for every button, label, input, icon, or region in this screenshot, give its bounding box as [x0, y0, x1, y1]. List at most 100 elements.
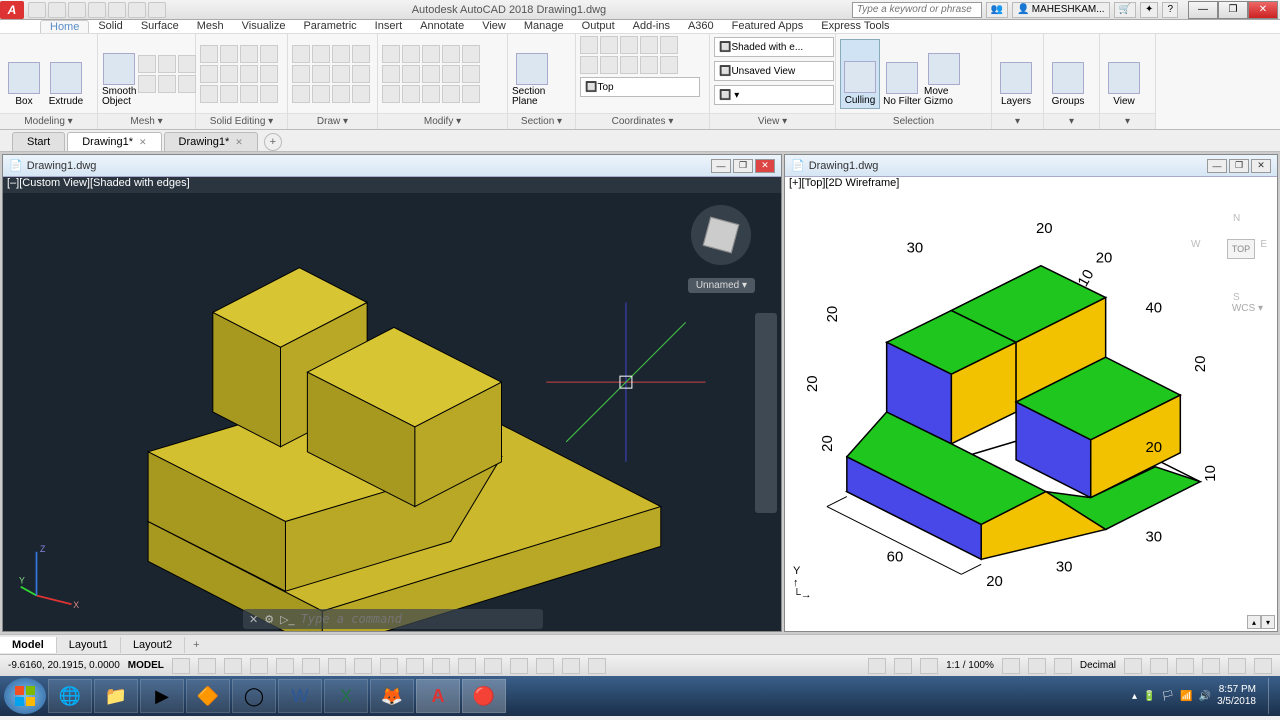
- navigation-bar[interactable]: [755, 313, 777, 513]
- clock[interactable]: 8:57 PM 3/5/2018: [1217, 684, 1262, 708]
- qat-saveas-icon[interactable]: [88, 2, 106, 18]
- qat-open-icon[interactable]: [48, 2, 66, 18]
- visual-style-dropdown[interactable]: 🔲 Shaded with e...: [714, 37, 834, 57]
- modify-icon[interactable]: [382, 65, 400, 83]
- tpy-toggle-icon[interactable]: [510, 658, 528, 674]
- panel-view-label[interactable]: View ▾: [710, 113, 835, 129]
- scale-readout[interactable]: 1:1 / 100%: [946, 660, 994, 671]
- qat-redo-icon[interactable]: [148, 2, 166, 18]
- draw-icon[interactable]: [292, 85, 310, 103]
- vp-max-button[interactable]: ❐: [1229, 159, 1249, 173]
- vp-min-button[interactable]: —: [711, 159, 731, 173]
- draw-icon[interactable]: [352, 85, 370, 103]
- modify-icon[interactable]: [462, 85, 480, 103]
- coord-icon[interactable]: [620, 36, 638, 54]
- coord-icon[interactable]: [660, 56, 678, 74]
- draw-icon[interactable]: [292, 65, 310, 83]
- window-maximize-button[interactable]: ❐: [1218, 1, 1248, 19]
- ribbon-tab-featured-apps[interactable]: Featured Apps: [723, 20, 813, 33]
- tray-volume-icon[interactable]: 🔊: [1199, 691, 1211, 702]
- draw-icon[interactable]: [312, 85, 330, 103]
- solidedit-icon[interactable]: [200, 85, 218, 103]
- tray-flag-icon[interactable]: 🏳: [1161, 691, 1174, 702]
- coord-icon[interactable]: [640, 56, 658, 74]
- scroll-up-icon[interactable]: ▴: [1247, 615, 1261, 629]
- panel-modeling-label[interactable]: Modeling ▾: [0, 113, 97, 129]
- solidedit-icon[interactable]: [220, 85, 238, 103]
- wcs-dropdown[interactable]: WCS ▾: [1232, 303, 1263, 314]
- workspace-icon[interactable]: [1054, 658, 1072, 674]
- layout-add-button[interactable]: +: [185, 637, 207, 653]
- mesh-tool-icon[interactable]: [178, 55, 196, 73]
- solidedit-icon[interactable]: [200, 45, 218, 63]
- filter-icon[interactable]: [868, 658, 886, 674]
- gizmo-status-icon[interactable]: [894, 658, 912, 674]
- coord-icon[interactable]: [600, 56, 618, 74]
- qp-toggle-icon[interactable]: [536, 658, 554, 674]
- coord-icon[interactable]: [660, 36, 678, 54]
- ducs-toggle-icon[interactable]: [432, 658, 450, 674]
- culling-button[interactable]: Culling: [840, 39, 880, 109]
- draw-icon[interactable]: [292, 45, 310, 63]
- ribbon-tab-view[interactable]: View: [473, 20, 515, 33]
- qat-save-icon[interactable]: [68, 2, 86, 18]
- view-button[interactable]: View: [1104, 39, 1144, 109]
- solidedit-icon[interactable]: [220, 45, 238, 63]
- mesh-tool-icon[interactable]: [158, 55, 176, 73]
- vp-close-button[interactable]: ✕: [1251, 159, 1271, 173]
- chrome-icon[interactable]: ◯: [232, 679, 276, 713]
- box-button[interactable]: Box: [4, 39, 44, 109]
- osnap-toggle-icon[interactable]: [354, 658, 372, 674]
- viewport-left-canvas[interactable]: Unnamed ▾ X Y Z ✕ ⚙ ▷_: [3, 193, 781, 631]
- ribbon-tab-manage[interactable]: Manage: [515, 20, 573, 33]
- panel-solidedit-label[interactable]: Solid Editing ▾: [196, 113, 287, 129]
- ribbon-tab-home[interactable]: Home: [40, 20, 89, 33]
- modify-icon[interactable]: [382, 85, 400, 103]
- modify-icon[interactable]: [442, 85, 460, 103]
- panel-mesh-label[interactable]: Mesh ▾: [98, 113, 195, 129]
- window-close-button[interactable]: ✕: [1248, 1, 1278, 19]
- layout-tab-layout1[interactable]: Layout1: [57, 637, 121, 653]
- annotative-icon[interactable]: [1028, 658, 1046, 674]
- qat-print-icon[interactable]: [108, 2, 126, 18]
- lwt-toggle-icon[interactable]: [484, 658, 502, 674]
- vlc-icon[interactable]: 🔶: [186, 679, 230, 713]
- tray-icon[interactable]: 🔋: [1143, 691, 1155, 702]
- solidedit-icon[interactable]: [240, 65, 258, 83]
- vp-min-button[interactable]: —: [1207, 159, 1227, 173]
- viewport-left-mode[interactable]: [–][Custom View][Shaded with edges]: [3, 177, 781, 193]
- draw-icon[interactable]: [352, 45, 370, 63]
- vp-max-button[interactable]: ❐: [733, 159, 753, 173]
- show-desktop-button[interactable]: [1268, 678, 1276, 714]
- cmd-options-icon[interactable]: ⚙: [264, 613, 274, 626]
- window-minimize-button[interactable]: —: [1188, 1, 1218, 19]
- modify-icon[interactable]: [422, 85, 440, 103]
- tray-network-icon[interactable]: 📶: [1180, 691, 1192, 702]
- close-tab-icon[interactable]: ✕: [235, 137, 243, 148]
- search-input[interactable]: [852, 2, 982, 18]
- sc-toggle-icon[interactable]: [562, 658, 580, 674]
- ribbon-tab-output[interactable]: Output: [573, 20, 624, 33]
- mesh-tool-icon[interactable]: [158, 75, 176, 93]
- draw-icon[interactable]: [312, 65, 330, 83]
- dynamic-toggle-icon[interactable]: [250, 658, 268, 674]
- autocad-taskbar-icon[interactable]: A: [416, 679, 460, 713]
- viewport-right-canvas[interactable]: 30 20 20 10 40 20 20 20 60 20 30 30 20 1…: [785, 193, 1277, 631]
- scroll-down-icon[interactable]: ▾: [1261, 615, 1275, 629]
- iso-toggle-icon[interactable]: [328, 658, 346, 674]
- add-tab-button[interactable]: +: [264, 133, 282, 151]
- coord-icon[interactable]: [580, 36, 598, 54]
- grid-toggle-icon[interactable]: [172, 658, 190, 674]
- explorer-icon[interactable]: 📁: [94, 679, 138, 713]
- view-unnamed-dropdown[interactable]: Unnamed ▾: [688, 278, 755, 293]
- viewcube[interactable]: [691, 205, 751, 265]
- coord-icon[interactable]: [580, 56, 598, 74]
- app-logo[interactable]: A: [0, 1, 24, 19]
- customize-icon[interactable]: [1254, 658, 1272, 674]
- qat-new-icon[interactable]: [28, 2, 46, 18]
- otrack-toggle-icon[interactable]: [406, 658, 424, 674]
- layers-button[interactable]: Layers: [996, 39, 1036, 109]
- draw-icon[interactable]: [332, 65, 350, 83]
- firefox-icon[interactable]: 🦊: [370, 679, 414, 713]
- coord-icon[interactable]: [640, 36, 658, 54]
